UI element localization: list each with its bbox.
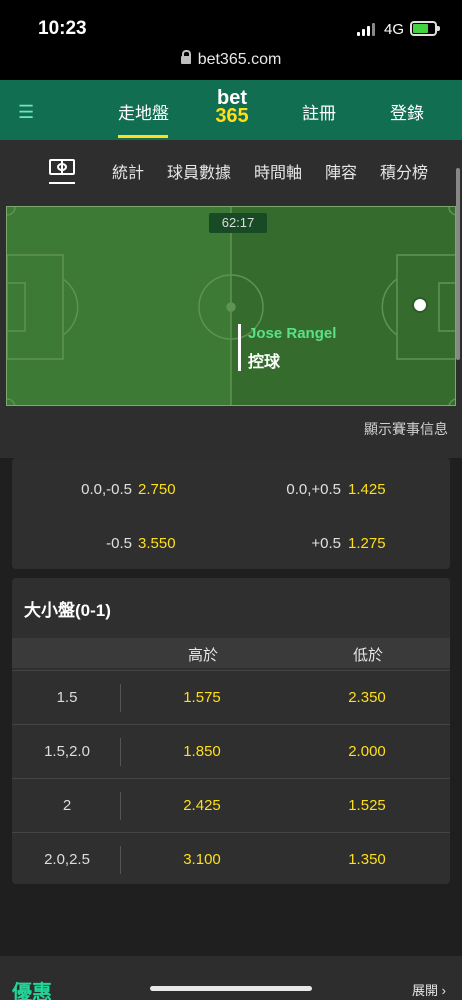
logo-bottom: 365 <box>215 105 249 128</box>
status-bar: 10:23 4G <box>0 0 462 48</box>
handicap-row: -0.5 3.550 +0.5 1.275 <box>12 515 450 569</box>
pitch-panel: 62:17 Jose Rangel 控球 顯示賽事信息 <box>0 198 462 458</box>
tab-standings[interactable]: 積分榜 <box>380 159 428 183</box>
promo-label: 優惠 <box>12 982 52 1000</box>
handicap-left-odds[interactable]: 3.550 <box>138 535 176 552</box>
tab-lineup[interactable]: 陣容 <box>325 159 357 183</box>
under-odds[interactable]: 1.350 <box>307 851 427 868</box>
possession-label: 控球 <box>248 354 281 371</box>
table-row: 1.5,2.0 1.850 2.000 <box>12 724 450 778</box>
over-odds[interactable]: 1.575 <box>142 689 262 706</box>
home-indicator[interactable] <box>150 986 312 991</box>
over-odds[interactable]: 1.850 <box>142 743 262 760</box>
handicap-right-label: +0.5 <box>311 535 341 552</box>
goal-line: 2.0,2.5 <box>44 851 90 868</box>
handicap-left-label: 0.0,-0.5 <box>81 481 132 498</box>
tab-stats[interactable]: 統計 <box>112 159 144 183</box>
lock-icon <box>180 50 191 64</box>
login-button[interactable]: 登錄 <box>390 99 424 124</box>
goal-line: 1.5 <box>56 689 78 706</box>
goal-line: 2 <box>62 797 72 814</box>
tab-player-data[interactable]: 球員數據 <box>167 159 231 183</box>
over-odds[interactable]: 3.100 <box>142 851 262 868</box>
pitch-tab-underline <box>49 182 75 184</box>
table-row: 2.0,2.5 3.100 1.350 <box>12 832 450 886</box>
scrollbar[interactable] <box>456 168 460 360</box>
bet365-logo[interactable]: bet 365 <box>210 88 254 128</box>
handicap-left-label: -0.5 <box>106 535 132 552</box>
under-odds[interactable]: 1.525 <box>307 797 427 814</box>
top-nav: ☰ 走地盤 bet 365 註冊 登錄 <box>0 80 462 140</box>
promo-bar[interactable]: 優惠 展開 › <box>0 956 462 1000</box>
pitch-view-icon[interactable] <box>49 159 75 175</box>
over-under-header: 高於 低於 <box>12 638 450 668</box>
under-header: 低於 <box>353 647 384 664</box>
under-odds[interactable]: 2.000 <box>307 743 427 760</box>
show-match-info-link[interactable]: 顯示賽事信息 <box>364 419 448 439</box>
clock-time: 10:23 <box>38 18 87 39</box>
over-header: 高於 <box>188 647 219 664</box>
handicap-card: 0.0,-0.5 2.750 0.0,+0.5 1.425 -0.5 3.550… <box>12 458 450 569</box>
handicap-row: 0.0,-0.5 2.750 0.0,+0.5 1.425 <box>12 461 450 515</box>
nav-active-underline <box>118 135 168 138</box>
network-type: 4G <box>384 21 405 38</box>
player-name: Jose Rangel <box>248 325 337 342</box>
pitch-lines <box>7 207 455 405</box>
signal-icon <box>357 23 377 36</box>
nav-in-play[interactable]: 走地盤 <box>118 99 169 124</box>
url-text: bet365.com <box>197 51 282 68</box>
ball-icon <box>412 297 428 313</box>
over-odds[interactable]: 2.425 <box>142 797 262 814</box>
handicap-right-odds[interactable]: 1.425 <box>348 481 386 498</box>
handicap-left-odds[interactable]: 2.750 <box>138 481 176 498</box>
register-button[interactable]: 註冊 <box>302 99 336 124</box>
goal-line: 1.5,2.0 <box>44 743 90 760</box>
handicap-right-odds[interactable]: 1.275 <box>348 535 386 552</box>
match-clock: 62:17 <box>209 213 267 233</box>
handicap-right-label: 0.0,+0.5 <box>286 481 341 498</box>
player-marker <box>238 324 241 371</box>
over-under-title[interactable]: 大小盤(0-1) <box>24 596 111 621</box>
app-root: 10:23 4G bet365.com ☰ 走地盤 bet 365 註冊 登錄 <box>0 0 462 1000</box>
under-odds[interactable]: 2.350 <box>307 689 427 706</box>
expand-button[interactable]: 展開 › <box>412 980 446 999</box>
markets-area: 0.0,-0.5 2.750 0.0,+0.5 1.425 -0.5 3.550… <box>0 458 462 956</box>
tab-timeline[interactable]: 時間軸 <box>254 159 302 183</box>
over-under-card: 大小盤(0-1) 高於 低於 1.5 1.575 2.350 1.5,2.0 1… <box>12 578 450 884</box>
table-row: 1.5 1.575 2.350 <box>12 670 450 724</box>
url-bar[interactable]: bet365.com <box>0 48 462 80</box>
menu-icon[interactable]: ☰ <box>18 102 34 123</box>
battery-icon <box>410 21 440 36</box>
match-sub-tabs: 統計 球員數據 時間軸 陣容 積分榜 <box>0 140 462 198</box>
football-pitch: 62:17 <box>6 206 456 406</box>
table-row: 2 2.425 1.525 <box>12 778 450 832</box>
